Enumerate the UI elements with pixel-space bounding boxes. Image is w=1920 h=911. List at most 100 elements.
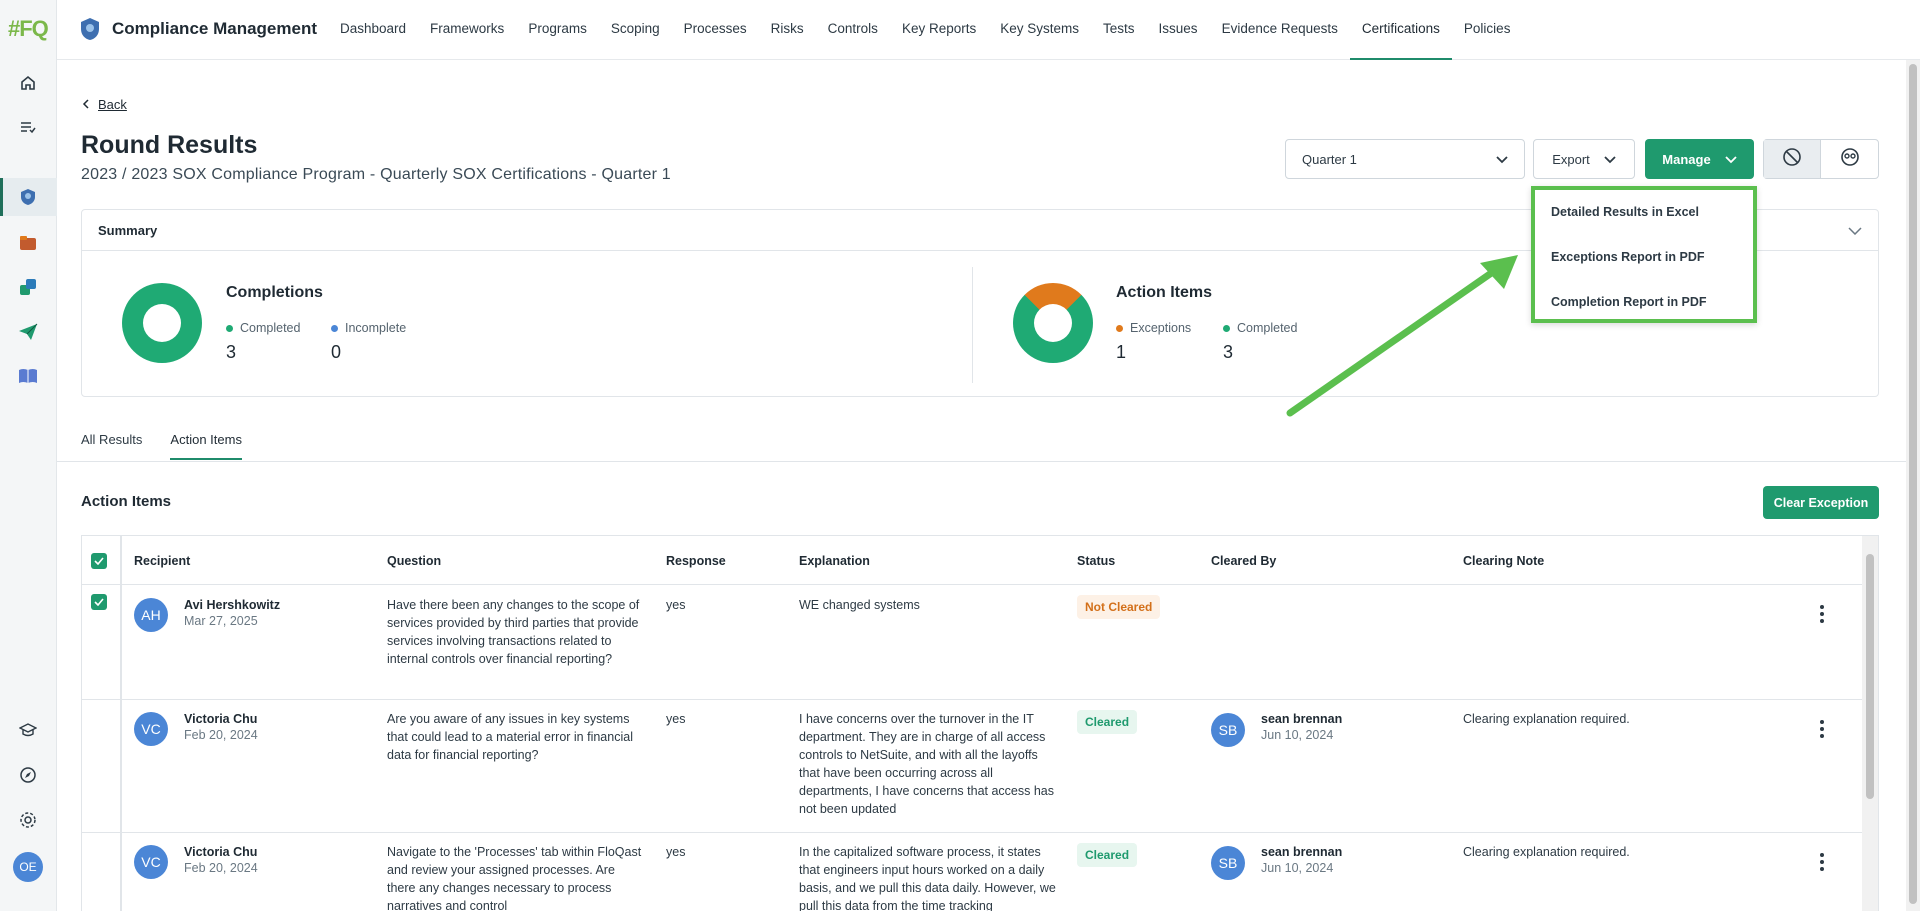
nav-item-processes[interactable]: Processes	[672, 0, 759, 60]
more-options-icon[interactable]	[1820, 605, 1824, 626]
col-explanation[interactable]: Explanation	[799, 554, 870, 568]
col-cleared-by[interactable]: Cleared By	[1211, 554, 1276, 568]
menu-item-completion-pdf[interactable]: Completion Report in PDF	[1535, 280, 1753, 325]
question-text: Are you aware of any issues in key syste…	[387, 712, 633, 762]
floqast-logo: #FQ	[8, 16, 49, 41]
export-label: Export	[1552, 151, 1590, 167]
cleared-by-date: Jun 10, 2024	[1261, 861, 1334, 875]
avatar: AH	[134, 598, 168, 632]
nav-item-key-systems[interactable]: Key Systems	[988, 0, 1091, 60]
nav-item-risks[interactable]: Risks	[759, 0, 816, 60]
col-response[interactable]: Response	[666, 554, 726, 568]
user-avatar[interactable]: OE	[13, 852, 43, 882]
nav-item-policies[interactable]: Policies	[1452, 0, 1523, 60]
results-tabs: All Results Action Items	[81, 432, 242, 460]
transform-icon[interactable]	[16, 275, 40, 299]
section-title: Action Items	[81, 493, 172, 510]
status-badge: Cleared	[1077, 843, 1138, 867]
col-status[interactable]: Status	[1077, 554, 1115, 568]
select-all-checkbox[interactable]	[91, 553, 107, 569]
nav-item-certifications[interactable]: Certifications	[1349, 0, 1452, 60]
table-row[interactable]: AH Avi Hershkowitz Mar 27, 2025 Have the…	[82, 584, 1864, 699]
cleared-by-name: sean brennan	[1261, 845, 1343, 859]
settings-icon[interactable]	[16, 808, 40, 832]
cleared-by-avatar: SB	[1211, 846, 1245, 880]
action-items-completed-count: 3	[1223, 342, 1234, 362]
manage-label: Manage	[1662, 151, 1711, 167]
nav-item-dashboard[interactable]: Dashboard	[328, 0, 418, 60]
chevron-down-icon	[1604, 152, 1616, 167]
recipient-date: Feb 20, 2024	[184, 728, 258, 742]
menu-item-exceptions-pdf[interactable]: Exceptions Report in PDF	[1535, 235, 1753, 280]
nav-item-issues[interactable]: Issues	[1147, 0, 1210, 60]
nav-item-scoping[interactable]: Scoping	[599, 0, 672, 60]
recipient-name: Victoria Chu	[184, 845, 258, 859]
cleared-by-date: Jun 10, 2024	[1261, 728, 1334, 742]
action-items-table: Recipient Question Response Explanation …	[81, 535, 1879, 911]
response-text: yes	[666, 712, 686, 726]
col-recipient[interactable]: Recipient	[134, 554, 190, 568]
clear-exception-button[interactable]: Clear Exception	[1763, 486, 1879, 519]
clearing-note-text: Clearing explanation required.	[1463, 845, 1630, 859]
completions-legend-incomplete: Incomplete	[331, 321, 406, 335]
manage-button[interactable]: Manage	[1645, 139, 1754, 179]
back-link[interactable]: Back	[82, 97, 127, 112]
view-toggle-group	[1763, 139, 1879, 179]
col-question[interactable]: Question	[387, 554, 441, 568]
action-items-donut	[996, 266, 1110, 380]
completions-completed-count: 3	[226, 342, 237, 362]
tab-all-results[interactable]: All Results	[81, 432, 142, 460]
folder-icon[interactable]	[16, 231, 40, 255]
nav-item-key-reports[interactable]: Key Reports	[890, 0, 988, 60]
learning-icon[interactable]	[16, 718, 40, 742]
top-navigation: Compliance Management Dashboard Framework…	[57, 0, 1920, 60]
app-title: Compliance Management	[112, 19, 317, 38]
compass-icon[interactable]	[16, 763, 40, 787]
compliance-icon[interactable]	[16, 185, 40, 209]
quarter-select-value: Quarter 1	[1302, 151, 1357, 167]
menu-item-detailed-excel[interactable]: Detailed Results in Excel	[1535, 190, 1753, 235]
cleared-by-name: sean brennan	[1261, 712, 1343, 726]
row-checkbox[interactable]	[91, 594, 107, 610]
user-circle-icon	[1840, 147, 1860, 172]
response-text: yes	[666, 845, 686, 859]
back-label: Back	[98, 97, 127, 112]
action-items-legend-exceptions: Exceptions	[1116, 321, 1191, 335]
chevron-left-icon	[82, 97, 90, 112]
page-subtitle: 2023 / 2023 SOX Compliance Program - Qua…	[81, 166, 671, 183]
avatar: VC	[134, 845, 168, 879]
annotation-arrow	[1286, 255, 1518, 417]
nav-item-evidence-requests[interactable]: Evidence Requests	[1210, 0, 1350, 60]
table-row[interactable]: VC Victoria Chu Feb 20, 2024 Are you awa…	[82, 699, 1864, 832]
completions-title: Completions	[226, 284, 323, 301]
send-icon[interactable]	[16, 320, 40, 344]
home-icon[interactable]	[16, 71, 40, 95]
more-options-icon[interactable]	[1820, 853, 1824, 874]
tab-action-items[interactable]: Action Items	[170, 432, 242, 460]
recipient-date: Feb 20, 2024	[184, 861, 258, 875]
book-icon[interactable]	[16, 364, 40, 388]
explanation-text: In the capitalized software process, it …	[799, 845, 1056, 911]
table-row[interactable]: VC Victoria Chu Feb 20, 2024 Navigate to…	[82, 832, 1864, 911]
nav-item-controls[interactable]: Controls	[816, 0, 890, 60]
nav-item-frameworks[interactable]: Frameworks	[418, 0, 516, 60]
hide-view-button[interactable]	[1764, 140, 1822, 178]
tasks-icon[interactable]	[16, 115, 40, 139]
status-badge: Cleared	[1077, 710, 1138, 734]
more-options-icon[interactable]	[1820, 720, 1824, 741]
nav-item-tests[interactable]: Tests	[1091, 0, 1147, 60]
table-scrollbar[interactable]	[1862, 536, 1878, 911]
export-button[interactable]: Export	[1533, 139, 1635, 179]
nav-item-programs[interactable]: Programs	[516, 0, 599, 60]
user-view-button[interactable]	[1821, 140, 1878, 178]
clearing-note-text: Clearing explanation required.	[1463, 712, 1630, 726]
cleared-by-avatar: SB	[1211, 713, 1245, 747]
explanation-text: WE changed systems	[799, 598, 920, 612]
col-clearing-note[interactable]: Clearing Note	[1463, 554, 1544, 568]
page-scrollbar[interactable]	[1906, 60, 1920, 911]
completions-donut	[122, 283, 202, 363]
app-badge-icon	[79, 17, 101, 46]
response-text: yes	[666, 598, 686, 612]
tabs-divider	[57, 461, 1906, 462]
quarter-select[interactable]: Quarter 1	[1285, 139, 1525, 179]
